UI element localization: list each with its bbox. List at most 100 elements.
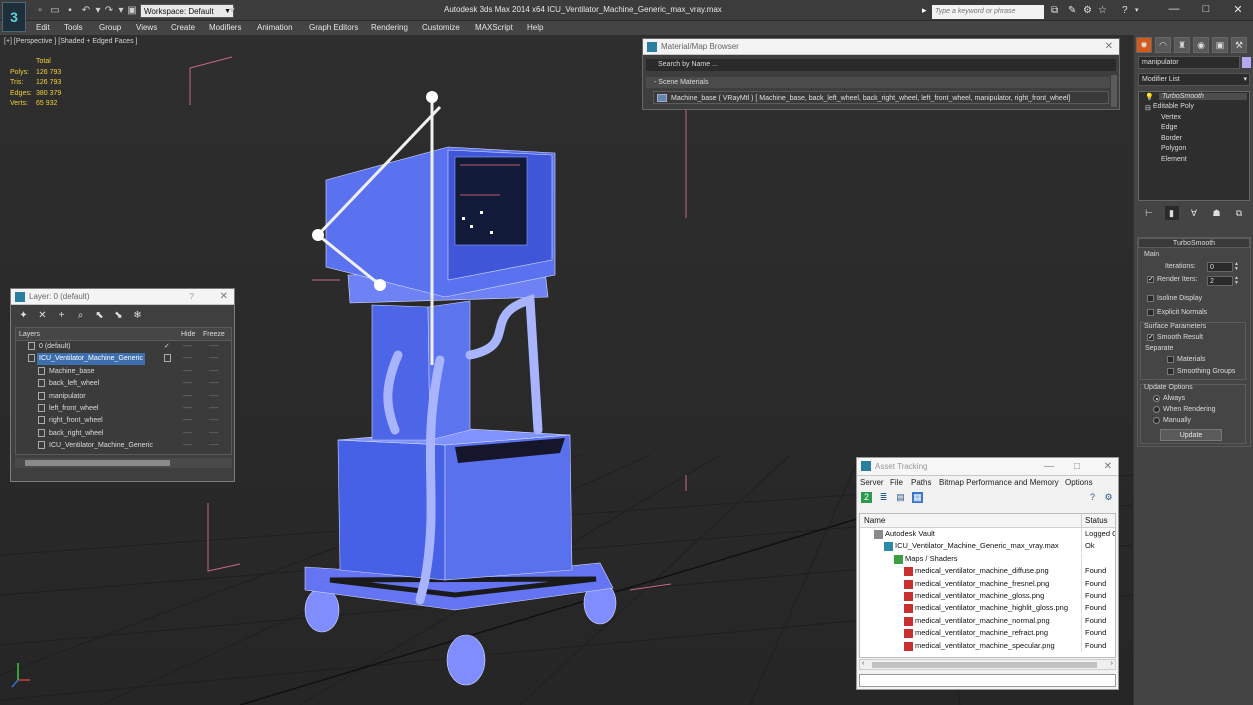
col-layers[interactable]: Layers (19, 328, 40, 341)
material-browser-titlebar[interactable]: Material/Map Browser ✕ (643, 39, 1119, 55)
stack-subobject-vertex[interactable]: Vertex (1161, 114, 1181, 121)
remove-modifier-icon[interactable]: ☗ (1210, 206, 1224, 220)
add-to-layer-icon[interactable]: + (55, 309, 68, 322)
menu-server[interactable]: Server (860, 478, 884, 487)
help-icon[interactable]: ? (190, 289, 194, 305)
freeze-toggle[interactable]: ---- (209, 403, 218, 415)
col-status[interactable]: Status (1085, 514, 1108, 528)
menu-help[interactable]: Help (527, 23, 543, 32)
pin-stack-icon[interactable]: ⊢ (1142, 206, 1156, 220)
layer-row[interactable]: 0 (default) ✓ ---- ---- (16, 341, 231, 353)
layer-row[interactable]: ICU_Ventilator_Machine_Generic ---- ---- (16, 353, 231, 366)
table-view-icon[interactable]: ▦ (912, 492, 923, 503)
hide-toggle[interactable]: ---- (183, 428, 192, 440)
close-button[interactable]: ✕ (1228, 3, 1248, 16)
update-button[interactable]: Update (1160, 429, 1222, 441)
asset-path-field[interactable] (859, 674, 1116, 687)
make-unique-icon[interactable]: ∀ (1187, 206, 1201, 220)
menu-modifiers[interactable]: Modifiers (209, 23, 241, 32)
horizontal-scrollbar[interactable] (15, 458, 232, 468)
expand-icon[interactable]: ⊟ (1145, 104, 1151, 112)
asset-row[interactable]: Maps / Shaders (860, 552, 1115, 565)
thumbnail-view-icon[interactable]: ▤ (895, 492, 906, 503)
menu-paths[interactable]: Paths (911, 478, 931, 487)
object-color-swatch[interactable] (1242, 57, 1251, 68)
material-item[interactable]: Machine_base ( VRayMtl ) [ Machine_base,… (653, 91, 1109, 104)
close-icon[interactable]: ✕ (220, 289, 228, 305)
settings-icon[interactable]: ⚙ (1103, 492, 1114, 503)
layer-row[interactable]: Machine_base ---- ---- (16, 366, 231, 378)
freeze-toggle[interactable]: ---- (209, 341, 218, 353)
menu-group[interactable]: Group (99, 23, 121, 32)
maximize-button[interactable]: □ (1074, 458, 1080, 476)
lightbulb-icon[interactable]: 💡 (1145, 93, 1154, 101)
hide-all-icon[interactable]: ⬊ (112, 309, 125, 322)
render-iters-checkbox[interactable]: ✓ (1147, 276, 1154, 283)
menu-maxscript[interactable]: MAXScript (475, 23, 513, 32)
hide-toggle[interactable]: ---- (183, 366, 192, 378)
hide-toggle[interactable]: ---- (183, 353, 192, 365)
rollout-header[interactable]: TurboSmooth (1138, 238, 1250, 248)
hide-toggle[interactable]: ---- (183, 403, 192, 415)
show-end-result-icon[interactable]: ▮ (1164, 206, 1179, 220)
configure-sets-icon[interactable]: ⧉ (1232, 206, 1246, 220)
stack-item-editable-poly[interactable]: Editable Poly (1153, 103, 1194, 110)
freeze-toggle[interactable]: ---- (209, 415, 218, 427)
search-input[interactable]: Type a keyword or phrase (932, 5, 1044, 19)
asset-row[interactable]: Autodesk Vault Logged O (860, 528, 1115, 540)
open-file-icon[interactable]: ▭ (49, 4, 61, 18)
highlight-layer-icon[interactable]: ⬉ (93, 309, 106, 322)
layer-row[interactable]: back_left_wheel ---- ---- (16, 378, 231, 390)
stack-subobject-edge[interactable]: Edge (1161, 124, 1177, 131)
refresh-icon[interactable]: 2 (861, 492, 872, 503)
stack-subobject-element[interactable]: Element (1161, 156, 1187, 163)
asset-row[interactable]: medical_ventilator_machine_diffuse.png Fo… (860, 565, 1115, 578)
stack-subobject-border[interactable]: Border (1161, 135, 1182, 142)
freeze-all-icon[interactable]: ❄ (131, 309, 144, 322)
freeze-toggle[interactable]: ---- (209, 391, 218, 403)
delete-layer-icon[interactable]: ✕ (36, 309, 49, 322)
asset-row[interactable]: medical_ventilator_machine_gloss.png Foun… (860, 589, 1115, 602)
maximize-button[interactable]: □ (1196, 3, 1216, 15)
when-rendering-radio[interactable] (1153, 406, 1160, 413)
manually-radio[interactable] (1153, 417, 1160, 424)
asset-row[interactable]: medical_ventilator_machine_specular.png F… (860, 639, 1115, 652)
hide-toggle[interactable]: ---- (183, 440, 192, 452)
menu-file[interactable]: File (890, 478, 903, 487)
scroll-left-icon[interactable]: ‹ (862, 660, 864, 667)
select-in-layer-icon[interactable]: ⌕ (74, 309, 87, 322)
smoothing-groups-checkbox[interactable] (1167, 368, 1174, 375)
spinner-arrows-icon[interactable]: ▲ ▼ (1234, 262, 1239, 272)
new-file-icon[interactable]: ▫ (34, 4, 46, 18)
workspace-menu-icon[interactable]: ▾ (226, 4, 238, 18)
hierarchy-tab-icon[interactable]: ♜ (1174, 37, 1190, 53)
scrollbar[interactable] (1111, 75, 1117, 107)
explicit-normals-checkbox[interactable] (1147, 309, 1154, 316)
help-icon[interactable]: ? (1087, 492, 1098, 503)
hide-toggle[interactable]: ---- (183, 341, 192, 353)
iterations-spinner[interactable]: 0 (1207, 262, 1233, 272)
search-expand-icon[interactable]: ▸ (922, 5, 927, 16)
material-search-input[interactable]: Search by Name ... (646, 59, 1116, 71)
spinner-arrows-icon[interactable]: ▲ ▼ (1234, 276, 1239, 286)
subscription-icon[interactable]: ⚙ (1083, 5, 1092, 17)
freeze-toggle[interactable]: ---- (209, 378, 218, 390)
freeze-toggle[interactable]: ---- (209, 353, 218, 365)
modify-tab-icon[interactable]: ◠ (1155, 37, 1171, 53)
menu-rendering[interactable]: Rendering (371, 23, 408, 32)
scroll-thumb[interactable] (25, 460, 170, 466)
help-icon[interactable]: ? (1122, 5, 1128, 17)
menu-create[interactable]: Create (171, 23, 195, 32)
project-folder-icon[interactable]: ▣ (126, 4, 138, 18)
viewport-label[interactable]: [+] [Perspective ] [Shaded + Edged Faces… (4, 38, 137, 45)
col-hide[interactable]: Hide (181, 328, 195, 341)
layer-titlebar[interactable]: Layer: 0 (default) ? ✕ (11, 289, 234, 305)
asset-row[interactable]: ICU_Ventilator_Machine_Generic_max_vray.… (860, 540, 1115, 553)
scroll-right-icon[interactable]: › (1111, 660, 1113, 667)
binoculars-icon[interactable]: ⧉ (1051, 5, 1058, 17)
stack-item-turbosmooth[interactable]: TurboSmooth (1159, 93, 1247, 100)
menu-bitmap-performance[interactable]: Bitmap Performance and Memory (939, 478, 1059, 487)
asset-row[interactable]: medical_ventilator_machine_normal.png Fou… (860, 614, 1115, 627)
col-freeze[interactable]: Freeze (203, 328, 225, 341)
always-radio[interactable] (1153, 395, 1160, 402)
